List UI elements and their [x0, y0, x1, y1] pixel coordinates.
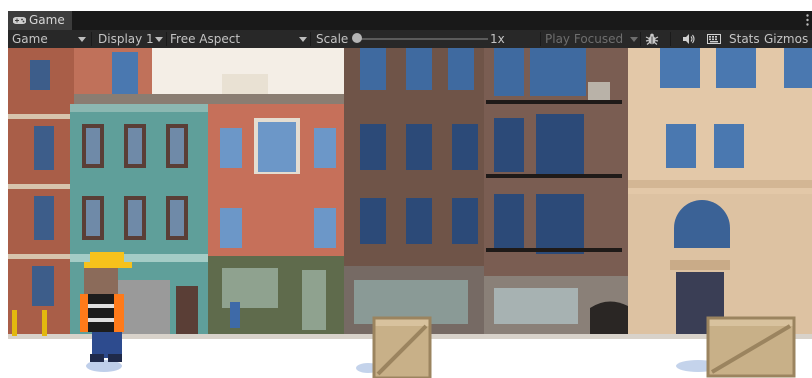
chevron-down-icon: [630, 37, 638, 42]
separator: [166, 32, 167, 46]
fire-escape-building: [484, 48, 634, 338]
tab-game[interactable]: Game: [8, 11, 72, 30]
display-dropdown[interactable]: Display 1: [98, 30, 154, 48]
game-scene: [8, 48, 812, 378]
separator: [670, 32, 671, 46]
game-toolbar: Game Display 1 Free Aspect Scale 1x Play…: [8, 30, 812, 48]
gizmos-button[interactable]: Gizmos: [764, 30, 808, 48]
wooden-crate: [706, 316, 796, 378]
scale-slider-track[interactable]: [360, 38, 488, 40]
keyboard-icon[interactable]: [707, 33, 721, 45]
bug-icon[interactable]: [645, 32, 659, 46]
game-view[interactable]: [8, 48, 812, 378]
wooden-crate: [372, 316, 432, 378]
chevron-down-icon: [155, 37, 163, 42]
brick-building-3: [208, 74, 344, 338]
gizmos-label: Gizmos: [764, 32, 809, 46]
speaker-icon[interactable]: [682, 33, 696, 45]
gamepad-icon: [13, 17, 26, 24]
separator: [310, 32, 311, 46]
tan-building: [628, 48, 812, 338]
tab-strip: Game: [8, 11, 812, 30]
display-label: Display 1: [98, 32, 154, 46]
more-options-icon[interactable]: [806, 14, 809, 26]
separator: [540, 32, 541, 46]
display-mode-dropdown[interactable]: Game: [12, 30, 48, 48]
chevron-down-icon: [78, 37, 86, 42]
chevron-down-icon: [299, 37, 307, 42]
brick-building-left: [8, 48, 74, 338]
bollard: [42, 310, 47, 336]
bollard: [12, 310, 17, 336]
scale-label: Scale: [316, 32, 349, 46]
tab-label: Game: [29, 13, 65, 27]
scale-slider-handle[interactable]: [352, 33, 362, 43]
separator: [91, 32, 92, 46]
aspect-label: Free Aspect: [170, 32, 241, 46]
stats-button[interactable]: Stats: [729, 30, 760, 48]
aspect-dropdown[interactable]: Free Aspect: [170, 30, 240, 48]
separator: [640, 32, 641, 46]
display-mode-label: Game: [12, 32, 48, 46]
brown-building: [344, 48, 484, 338]
stats-label: Stats: [729, 32, 760, 46]
scale-value: 1x: [490, 32, 505, 46]
play-focused-label: Play Focused: [545, 32, 624, 46]
play-focused-dropdown[interactable]: Play Focused: [545, 30, 623, 48]
